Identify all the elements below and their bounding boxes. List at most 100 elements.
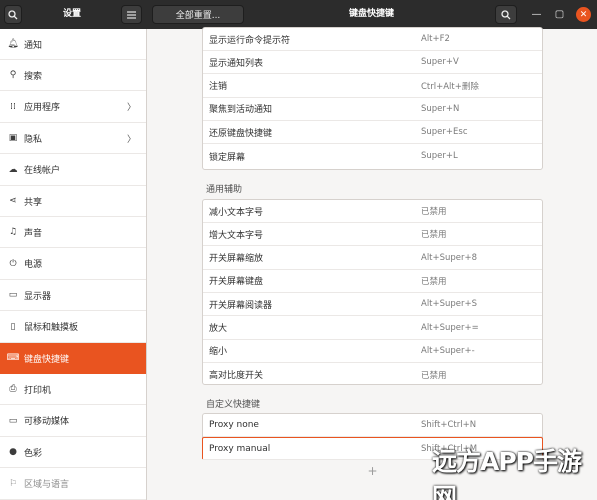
close-icon: ✕: [579, 9, 588, 20]
shortcut-accelerator: Super+Esc: [421, 127, 468, 138]
shortcut-accelerator: Alt+Super+S: [421, 299, 478, 310]
sidebar-item[interactable]: ⚲ 搜索: [0, 60, 146, 92]
shortcut-accelerator: 已禁用: [421, 230, 447, 241]
shortcut-row[interactable]: 开关屏幕键盘 已禁用: [203, 270, 542, 293]
sidebar-item[interactable]: ● 色彩: [0, 437, 146, 469]
accessibility-shortcuts-list: 减小文本字号 已禁用 增大文本字号 已禁用 开关屏幕缩放 Alt+Super+8 开关屏幕键…: [202, 199, 543, 385]
search-icon: [501, 9, 511, 19]
display-icon: ▭: [8, 290, 18, 301]
sidebar-item-label: 可移动媒体: [24, 417, 70, 428]
shortcut-name: 放大: [209, 324, 228, 334]
sidebar-item-label: 打印机: [24, 385, 52, 396]
hamburger-menu-icon: [127, 10, 136, 19]
close-button[interactable]: ✕: [576, 7, 591, 22]
reset-all-button[interactable]: 全部重置...: [152, 5, 244, 24]
sidebar-item[interactable]: ⏻ 电源: [0, 249, 146, 280]
sidebar-item-label: 搜索: [24, 71, 43, 82]
sidebar-item-label: 声音: [24, 228, 43, 239]
shortcut-name: 锁定屏幕: [209, 152, 246, 163]
keyboard-icon: ⌨: [6, 353, 20, 363]
shortcut-row[interactable]: Proxy none Shift+Ctrl+N: [203, 414, 542, 437]
shortcut-name: 开关屏幕键盘: [209, 277, 264, 288]
shortcut-name: 缩小: [209, 347, 228, 358]
sidebar-item-label: 区域与语言: [24, 480, 70, 491]
shortcut-row[interactable]: 聚焦到活动通知 Super+N: [203, 98, 542, 121]
shortcut-row[interactable]: 缩小 Alt+Super+-: [203, 340, 542, 363]
shortcut-name: 开关屏幕缩放: [209, 254, 264, 265]
shortcut-search-button[interactable]: [495, 5, 517, 24]
shortcut-row[interactable]: 注销 Ctrl+Alt+删除: [203, 75, 542, 98]
minimize-button[interactable]: —: [529, 7, 544, 22]
shortcut-name: 减小文本字号: [209, 207, 264, 218]
sidebar-item-label: 电源: [24, 260, 43, 271]
shortcut-name: 增大文本字号: [209, 230, 264, 241]
search-icon: [8, 9, 18, 19]
shortcut-accelerator: Super+L: [421, 151, 458, 161]
shortcut-name: 高对比度开关: [209, 371, 264, 382]
sidebar-item[interactable]: ⋖ 共享: [0, 186, 146, 217]
shortcut-accelerator: Alt+Super+=: [421, 322, 479, 333]
shortcut-row[interactable]: 高对比度开关 已禁用: [203, 363, 542, 386]
shortcut-accelerator: 已禁用: [421, 207, 447, 217]
sidebar-search-button[interactable]: [4, 5, 22, 24]
sidebar-item[interactable]: ⎙ 打印机: [0, 374, 146, 406]
shortcut-accelerator: 已禁用: [421, 370, 447, 381]
bell-icon: 🔔︎: [7, 39, 19, 49]
sidebar-item-label: 显示器: [24, 291, 52, 302]
removable-media-icon: ▭: [8, 415, 18, 426]
shortcut-row[interactable]: 显示通知列表 Super+V: [203, 51, 542, 75]
shortcut-row[interactable]: 锁定屏幕 Super+L: [203, 145, 542, 168]
sidebar-item[interactable]: ⁞⁞ 应用程序〉: [0, 92, 146, 123]
music-note-icon: ♫: [8, 227, 18, 238]
chevron-right-icon: 〉: [126, 134, 136, 145]
sidebar-item-label: 共享: [24, 197, 43, 208]
chevron-right-icon: 〉: [126, 103, 136, 114]
sidebar-item[interactable]: 🔔︎ 通知: [0, 29, 146, 60]
header-bar: 设置 全部重置... 键盘快捷键 — ▢ ✕: [0, 0, 597, 29]
sidebar-item[interactable]: ♫ 声音: [0, 217, 146, 249]
settings-title: 设置: [63, 9, 82, 19]
color-palette-icon: ●: [9, 447, 17, 458]
shortcut-row[interactable]: 减小文本字号 已禁用: [203, 200, 542, 223]
shortcut-row[interactable]: 放大 Alt+Super+=: [203, 317, 542, 340]
sidebar-item-label: 色彩: [24, 448, 43, 459]
sidebar-item[interactable]: ▯ 鼠标和触摸板: [0, 312, 146, 343]
section-title-accessibility: 通用辅助: [206, 185, 243, 195]
shortcut-name: Proxy none: [209, 420, 259, 430]
share-icon: ⋖: [9, 196, 17, 206]
watermark-logo: 远方APP手游网: [432, 447, 582, 500]
sidebar-item[interactable]: ▭ 显示器: [0, 280, 146, 312]
shortcut-accelerator: Shift+Ctrl+N: [421, 420, 477, 430]
sidebar-item[interactable]: ⌨ 键盘快捷键: [0, 343, 146, 374]
sidebar-item-label: 鼠标和触摸板: [24, 323, 79, 334]
shortcut-accelerator: Super+N: [421, 103, 460, 114]
main-menu-button[interactable]: [121, 5, 142, 24]
minimize-icon: —: [531, 9, 542, 20]
shortcut-row[interactable]: 增大文本字号 已禁用: [203, 223, 542, 247]
shortcut-name: Proxy manual: [209, 444, 271, 455]
sidebar-item-label: 键盘快捷键: [24, 354, 70, 365]
shortcut-row[interactable]: 显示运行命令提示符 Alt+F2: [203, 28, 542, 51]
shortcut-row[interactable]: 还原键盘快捷键 Super+Esc: [203, 121, 542, 145]
shortcut-accelerator: Alt+Super+-: [421, 345, 475, 356]
shortcut-name: 注销: [209, 82, 228, 93]
region-flag-icon: ⚐: [8, 478, 18, 489]
maximize-button[interactable]: ▢: [552, 7, 567, 22]
shortcut-name: 显示通知列表: [209, 58, 264, 69]
sidebar-item[interactable]: ⚐ 区域与语言: [0, 469, 146, 500]
sidebar-item-label: 在线帐户: [24, 166, 61, 177]
sidebar-item[interactable]: ☁ 在线帐户: [0, 155, 146, 186]
sidebar-item[interactable]: ▣ 隐私〉: [0, 123, 146, 155]
shortcut-row[interactable]: 开关屏幕缩放 Alt+Super+8: [203, 247, 542, 270]
shortcut-name: 还原键盘快捷键: [209, 128, 273, 139]
sidebar-item[interactable]: ▭ 可移动媒体: [0, 406, 146, 437]
shortcut-name: 显示运行命令提示符: [209, 35, 291, 46]
shortcut-name: 开关屏幕阅读器: [209, 300, 273, 311]
apps-grid-icon: ⁞⁞: [10, 101, 16, 112]
sidebar: 🔔︎ 通知 ⚲ 搜索 ⁞⁞ 应用程序〉 ▣ 隐私〉 ☁ 在线帐户 ⋖ 共享 ♫ 声音 ⏻ 电源 ▭ 显示器 ▯ 鼠标和…: [0, 29, 147, 500]
shortcut-row[interactable]: 开关屏幕阅读器 Alt+Super+S: [203, 293, 542, 317]
search-icon: ⚲: [9, 70, 17, 81]
printer-icon: ⎙: [9, 384, 17, 395]
cloud-icon: ☁: [8, 164, 18, 175]
shortcut-accelerator: Alt+F2: [421, 34, 450, 44]
